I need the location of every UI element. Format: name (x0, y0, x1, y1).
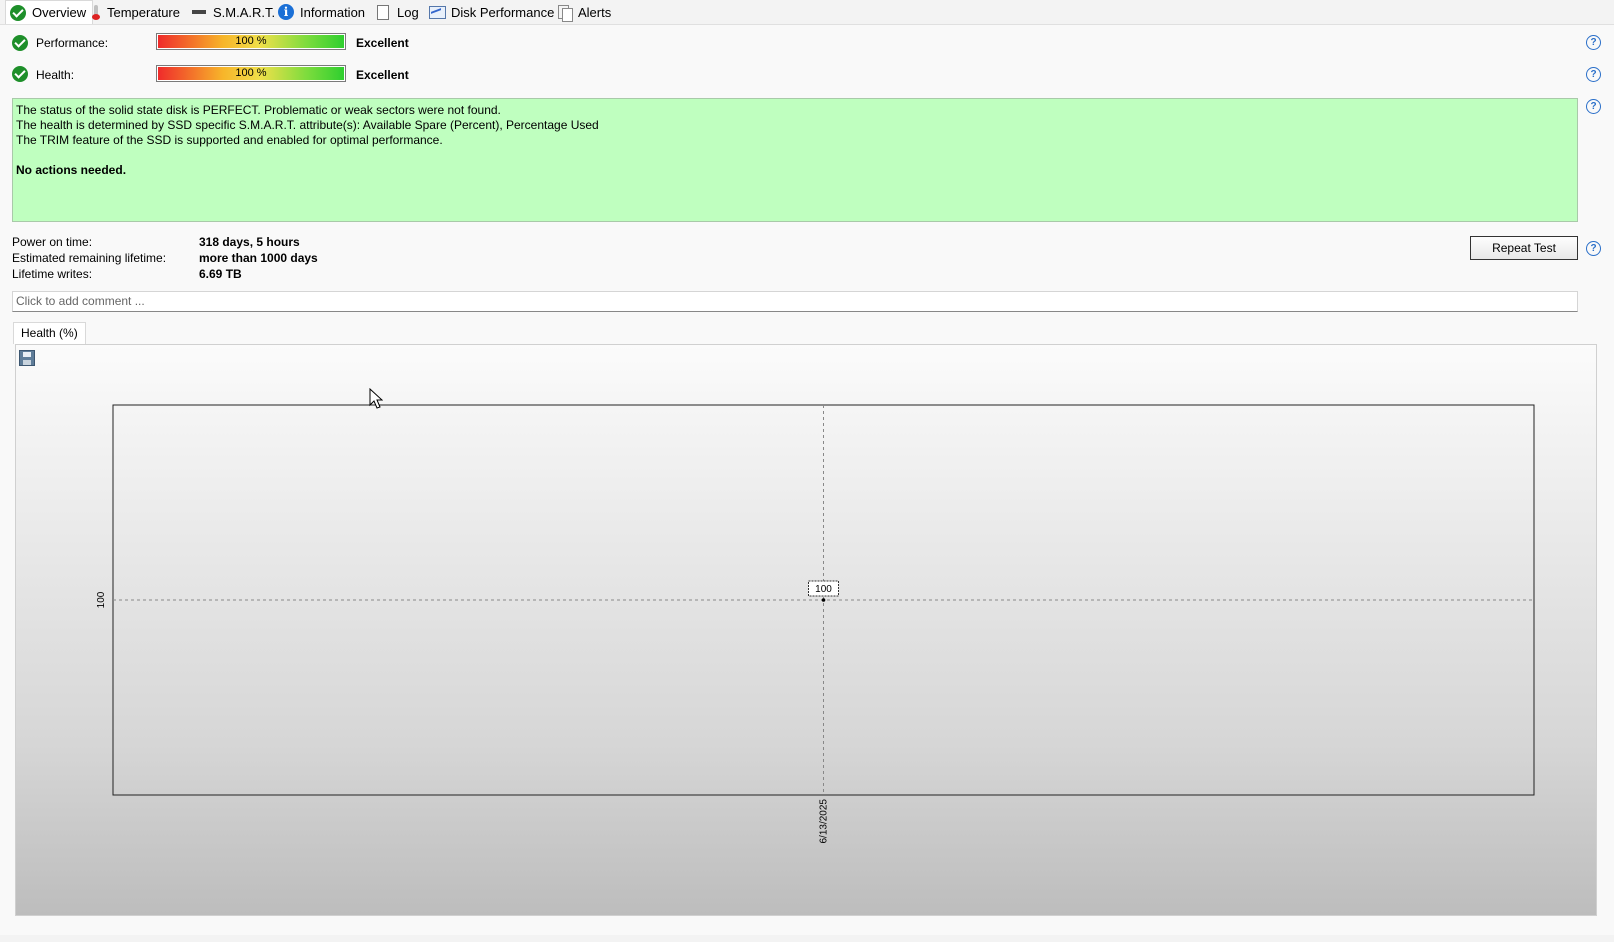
point-label: 100 (815, 584, 832, 595)
mouse-cursor-icon (369, 388, 383, 409)
x-tick-label: 6/13/2025 (819, 799, 830, 844)
y-tick-label: 100 (96, 591, 107, 608)
health-chart: 100 6/13/2025 100 (96, 404, 1535, 844)
data-point (821, 598, 826, 602)
